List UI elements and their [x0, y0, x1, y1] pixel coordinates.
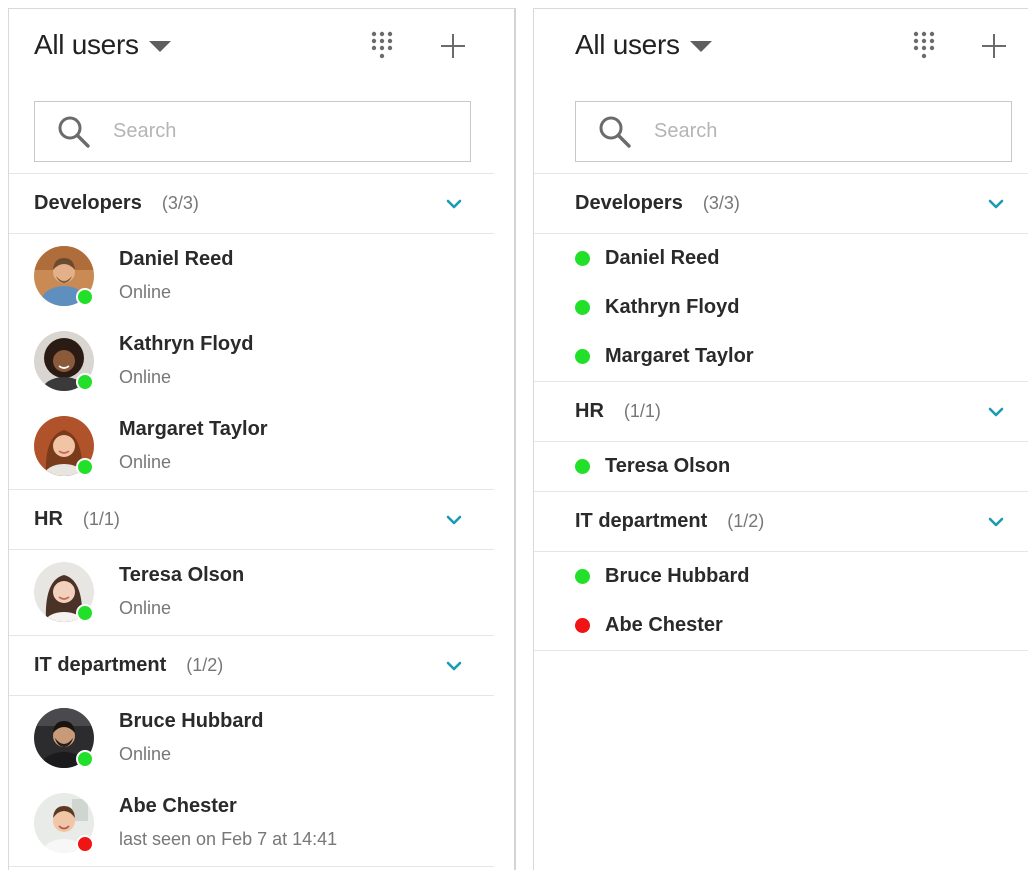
user-status-text: Online	[119, 367, 172, 387]
user-row-daniel-reed[interactable]: Daniel Reed	[534, 234, 1028, 283]
user-row-abe-chester[interactable]: Abe Chester	[534, 601, 1028, 650]
panel-title: All users	[34, 29, 139, 60]
user-row-kathryn-floyd[interactable]: Kathryn Floyd Online	[9, 319, 494, 404]
user-filter-dropdown[interactable]: All users	[34, 29, 171, 61]
online-status-badge	[76, 288, 94, 306]
dialpad-icon[interactable]	[371, 31, 393, 63]
user-status-text: Online	[119, 744, 172, 764]
online-status-dot	[575, 300, 590, 315]
user-row-teresa-olson[interactable]: Teresa Olson Online	[9, 550, 494, 635]
offline-status-badge	[76, 835, 94, 853]
user-name: Abe Chester	[605, 614, 723, 636]
group-name: IT department	[575, 510, 708, 532]
group-header-hr[interactable]: HR (1/1)	[534, 381, 1028, 442]
users-panel-detailed: All users Developers (3/3)	[8, 8, 514, 870]
search-box[interactable]	[575, 101, 1012, 162]
user-row-bruce-hubbard[interactable]: Bruce Hubbard	[534, 552, 1028, 601]
user-list: Developers (3/3) Daniel Reed Online Kath…	[9, 173, 494, 867]
group-header-hr[interactable]: HR (1/1)	[9, 489, 494, 550]
user-status-text: Online	[119, 598, 172, 618]
user-list: Developers (3/3) Daniel Reed Kathryn Flo…	[534, 173, 1028, 651]
chevron-down-icon	[446, 199, 462, 209]
group-count: (1/1)	[623, 401, 661, 421]
panel-title: All users	[575, 29, 680, 60]
online-status-dot	[575, 349, 590, 364]
online-status-dot	[575, 569, 590, 584]
user-name: Kathryn Floyd	[605, 296, 740, 318]
search-input[interactable]	[654, 120, 974, 143]
group-count: (1/1)	[82, 509, 120, 529]
user-status-text: Online	[119, 282, 172, 302]
search-icon	[58, 116, 90, 148]
online-status-dot	[575, 251, 590, 266]
user-name: Bruce Hubbard	[605, 565, 750, 587]
user-name: Daniel Reed	[119, 248, 234, 270]
group-header-developers[interactable]: Developers (3/3)	[534, 173, 1028, 234]
user-status-text: Online	[119, 452, 172, 472]
search-input[interactable]	[113, 120, 433, 143]
user-name: Abe Chester	[119, 795, 237, 817]
user-name: Daniel Reed	[605, 247, 720, 269]
online-status-dot	[575, 459, 590, 474]
users-panel-compact: All users Developers (3/3)	[533, 8, 1028, 870]
user-name: Margaret Taylor	[119, 418, 268, 440]
add-user-button[interactable]	[441, 34, 465, 58]
search-box[interactable]	[34, 101, 471, 162]
user-row-daniel-reed[interactable]: Daniel Reed Online	[9, 234, 494, 319]
online-status-badge	[76, 458, 94, 476]
panel-header: All users	[534, 9, 1028, 85]
group-name: HR	[34, 508, 63, 530]
online-status-badge	[76, 750, 94, 768]
chevron-down-icon	[988, 517, 1004, 527]
user-name: Margaret Taylor	[605, 345, 754, 367]
online-status-badge	[76, 373, 94, 391]
user-filter-dropdown[interactable]: All users	[575, 29, 712, 61]
group-count: (3/3)	[161, 193, 199, 213]
user-row-kathryn-floyd[interactable]: Kathryn Floyd	[534, 283, 1028, 332]
group-header-it-department[interactable]: IT department (1/2)	[9, 635, 494, 696]
chevron-down-icon	[446, 661, 462, 671]
group-header-it-department[interactable]: IT department (1/2)	[534, 491, 1028, 552]
user-status-text: last seen on Feb 7 at 14:41	[119, 829, 338, 849]
group-count: (3/3)	[702, 193, 740, 213]
chevron-down-icon	[446, 515, 462, 525]
user-name: Kathryn Floyd	[119, 333, 254, 355]
offline-status-dot	[575, 618, 590, 633]
user-row-margaret-taylor[interactable]: Margaret Taylor Online	[9, 404, 494, 489]
group-name: Developers	[575, 192, 683, 214]
list-divider	[9, 866, 494, 867]
user-row-margaret-taylor[interactable]: Margaret Taylor	[534, 332, 1028, 381]
group-name: Developers	[34, 192, 142, 214]
list-divider	[534, 650, 1028, 651]
add-user-button[interactable]	[982, 34, 1006, 58]
user-name: Teresa Olson	[119, 564, 245, 586]
group-count: (1/2)	[186, 655, 224, 675]
panel-divider	[514, 8, 516, 870]
chevron-down-icon	[988, 407, 1004, 417]
user-name: Bruce Hubbard	[119, 710, 264, 732]
chevron-down-icon	[988, 199, 1004, 209]
user-row-teresa-olson[interactable]: Teresa Olson	[534, 442, 1028, 491]
group-count: (1/2)	[727, 511, 765, 531]
group-name: IT department	[34, 654, 167, 676]
dialpad-icon[interactable]	[913, 31, 935, 63]
group-name: HR	[575, 400, 604, 422]
panel-header: All users	[9, 9, 514, 85]
user-row-bruce-hubbard[interactable]: Bruce Hubbard Online	[9, 696, 494, 781]
group-header-developers[interactable]: Developers (3/3)	[9, 173, 494, 234]
user-row-abe-chester[interactable]: Abe Chester last seen on Feb 7 at 14:41	[9, 781, 494, 866]
online-status-badge	[76, 604, 94, 622]
caret-down-icon	[689, 40, 712, 52]
user-name: Teresa Olson	[605, 455, 731, 477]
search-icon	[599, 116, 631, 148]
caret-down-icon	[148, 40, 171, 52]
